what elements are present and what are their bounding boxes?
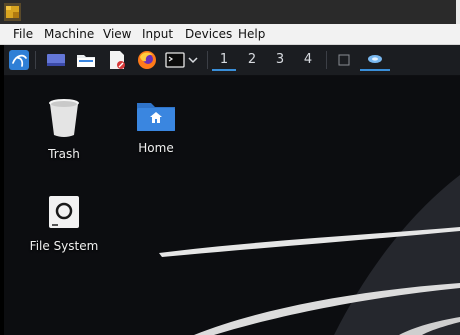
desktop-icon-label: Home xyxy=(138,141,174,155)
terminal-dropdown[interactable] xyxy=(186,49,200,71)
menu-view[interactable]: View xyxy=(103,27,131,41)
terminal-icon xyxy=(165,52,185,68)
home-folder-icon xyxy=(137,103,175,131)
text-editor-button[interactable] xyxy=(106,49,128,71)
trash-icon xyxy=(49,99,79,137)
desktop-icon-label: File System xyxy=(29,239,99,253)
workspace-1[interactable]: 1 xyxy=(212,49,236,71)
firefox-button[interactable] xyxy=(135,49,159,71)
workspace-4[interactable]: 4 xyxy=(296,49,320,71)
chevron-down-icon xyxy=(188,57,198,64)
workspace-2[interactable]: 2 xyxy=(240,49,264,71)
kali-menu-icon xyxy=(9,50,29,70)
guest-screen: 1 2 3 4 Trash Home File System xyxy=(4,45,460,335)
virtualbox-app-icon[interactable] xyxy=(4,3,21,21)
menu-input[interactable]: Input xyxy=(142,27,173,41)
window-button[interactable] xyxy=(334,49,354,71)
show-desktop-button[interactable] xyxy=(44,49,68,71)
window-edge xyxy=(456,0,460,24)
file-manager-icon xyxy=(77,55,95,67)
menu-devices[interactable]: Devices xyxy=(185,27,232,41)
window-icon xyxy=(338,54,350,66)
panel-separator xyxy=(326,51,327,69)
desktop-icon-trash[interactable]: Trash xyxy=(20,97,108,161)
firefox-icon xyxy=(138,51,156,69)
show-desktop-icon xyxy=(47,54,65,66)
menu-bar: File Machine View Input Devices Help xyxy=(0,24,460,45)
kali-wallpaper xyxy=(159,175,460,335)
kali-menu-button[interactable] xyxy=(8,49,30,71)
desktop-icon-label: Trash xyxy=(48,147,80,161)
terminal-button[interactable] xyxy=(164,49,186,71)
panel-separator xyxy=(35,51,36,69)
top-panel: 1 2 3 4 xyxy=(4,45,460,76)
panel-separator xyxy=(207,51,208,69)
file-manager-button[interactable] xyxy=(74,49,98,71)
drive-icon xyxy=(49,196,79,228)
active-task-button[interactable] xyxy=(360,49,390,71)
workspace-3[interactable]: 3 xyxy=(268,49,292,71)
menu-help[interactable]: Help xyxy=(238,27,265,41)
desktop-icon-file-system[interactable]: File System xyxy=(20,195,108,253)
menu-machine[interactable]: Machine xyxy=(44,27,94,41)
kali-dragon-icon xyxy=(368,55,382,63)
window-titlebar xyxy=(0,0,460,24)
text-editor-icon xyxy=(110,51,125,69)
desktop-icon-home[interactable]: Home xyxy=(112,99,200,155)
menu-file[interactable]: File xyxy=(13,27,33,41)
